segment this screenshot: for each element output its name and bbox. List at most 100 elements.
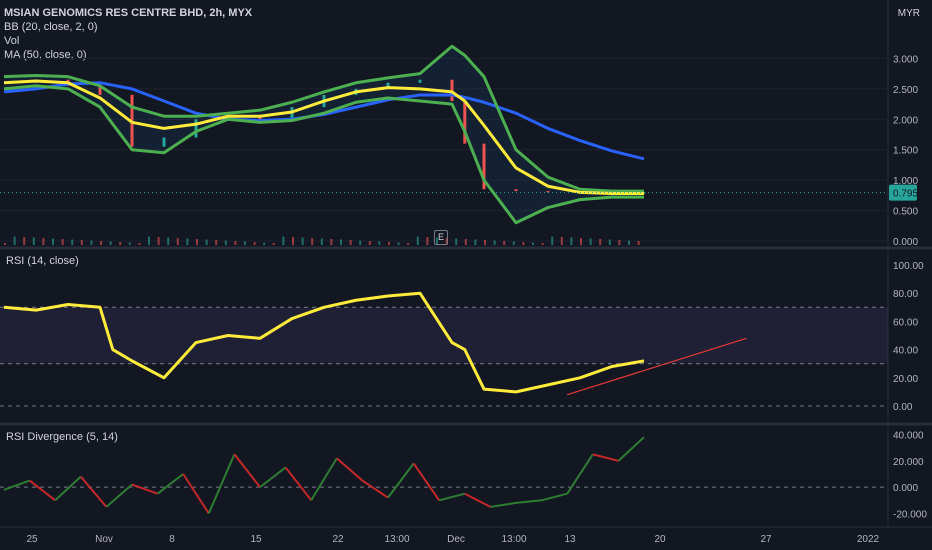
volume-bar — [138, 243, 141, 245]
volume-bar — [560, 237, 563, 245]
time-tick-label: 27 — [760, 534, 772, 545]
price-tick-label: 2.000 — [893, 115, 918, 126]
volume-bar — [272, 243, 275, 245]
volume-bar — [388, 242, 390, 245]
rsi-tick-label: 20.00 — [893, 374, 918, 385]
volume-bar — [503, 241, 506, 245]
div-segment — [310, 457, 338, 501]
volume-bar — [464, 239, 467, 245]
candle — [514, 189, 518, 192]
volume-bar — [109, 241, 112, 245]
div-segment — [490, 501, 517, 508]
div-segment — [438, 492, 466, 502]
volume-bar — [599, 239, 602, 245]
candle — [194, 119, 198, 138]
time-tick-label: 13 — [564, 534, 576, 545]
div-segment — [361, 479, 389, 499]
rsi-tick-label: 60.00 — [893, 317, 918, 328]
volume-bar — [128, 242, 131, 245]
time-tick-label: 8 — [169, 534, 175, 545]
volume-bar — [42, 238, 45, 245]
volume-bar — [13, 236, 16, 245]
div-segment — [464, 492, 491, 508]
rsi-tick-label: 0.00 — [893, 402, 913, 413]
volume-bar — [580, 238, 582, 245]
div-tick-label: -20.000 — [893, 509, 927, 520]
time-tick-label: 13:00 — [501, 534, 526, 545]
volume-bar — [570, 237, 573, 245]
volume-bar — [205, 239, 208, 245]
volume-bar — [301, 237, 304, 245]
volume-bar — [176, 238, 179, 245]
div-segment — [259, 466, 287, 488]
volume-bar — [80, 240, 83, 245]
rsi-title[interactable]: RSI (14, close) — [6, 255, 79, 267]
volume-bar — [4, 243, 6, 245]
price-tick-label: 0.500 — [893, 207, 918, 218]
div-segment — [207, 453, 236, 514]
candle — [162, 137, 166, 147]
bb-fill — [4, 46, 644, 223]
volume-bar — [253, 242, 256, 245]
price-tick-label: 1.500 — [893, 146, 918, 157]
volume-bar — [474, 239, 477, 245]
volume-bar — [320, 238, 323, 245]
volume-bar — [71, 239, 74, 245]
div-segment — [54, 475, 82, 502]
volume-bar — [637, 241, 640, 245]
volume-bar — [157, 237, 160, 245]
div-segment — [566, 453, 594, 495]
volume-bar — [455, 238, 458, 245]
time-tick-label: 13:00 — [384, 534, 409, 545]
volume-bar — [244, 241, 246, 245]
div-segment — [233, 453, 261, 488]
volume-bar — [484, 240, 486, 245]
time-tick-label: Dec — [447, 534, 465, 545]
div-title[interactable]: RSI Divergence (5, 14) — [6, 431, 118, 443]
volume-bar — [224, 240, 227, 245]
volume-bar — [263, 242, 266, 245]
volume-bar — [378, 241, 381, 245]
div-segment — [617, 436, 645, 462]
rsi-tick-label: 100.00 — [893, 261, 924, 272]
volume-bar — [100, 241, 102, 245]
volume-bar — [148, 236, 150, 245]
div-segment — [3, 479, 30, 491]
current-price-label: 0.795 — [893, 189, 918, 200]
volume-bar — [292, 237, 294, 245]
div-tick-label: 20.000 — [893, 457, 924, 468]
price-tick-label: 2.500 — [893, 85, 918, 96]
volume-bar — [407, 243, 410, 245]
volume-bar — [349, 240, 352, 245]
div-segment — [156, 473, 184, 495]
div-tick-label: 40.000 — [893, 431, 924, 442]
volume-bar — [628, 240, 630, 245]
volume-bar — [397, 242, 400, 245]
time-tick-label: 2022 — [857, 534, 880, 545]
div-segment — [336, 457, 364, 482]
div-segment — [541, 492, 568, 502]
volume-bar — [234, 241, 237, 245]
div-segment — [515, 499, 542, 504]
volume-bar — [340, 239, 342, 245]
div-segment — [182, 473, 210, 514]
div-segment — [592, 453, 619, 462]
volume-bar — [522, 242, 525, 245]
price-tick-label: 3.000 — [893, 54, 918, 65]
volume-bar — [215, 240, 218, 245]
volume-bar — [416, 236, 419, 245]
rsi-zone — [0, 307, 888, 364]
volume-bar — [282, 236, 285, 245]
volume-bar — [589, 238, 592, 245]
volume-bar — [167, 237, 170, 245]
time-tick-label: 20 — [654, 534, 666, 545]
volume-bar — [512, 241, 515, 245]
volume-bar — [368, 241, 371, 245]
earnings-marker[interactable]: E — [434, 230, 448, 245]
div-segment — [387, 462, 415, 499]
chart-canvas[interactable]: 3.0002.5002.0001.5001.0000.5000.0000.795… — [0, 0, 932, 550]
div-segment — [28, 479, 56, 502]
price-tick-label: 0.000 — [893, 237, 918, 248]
volume-bar — [426, 237, 429, 245]
volume-bar — [532, 242, 534, 245]
